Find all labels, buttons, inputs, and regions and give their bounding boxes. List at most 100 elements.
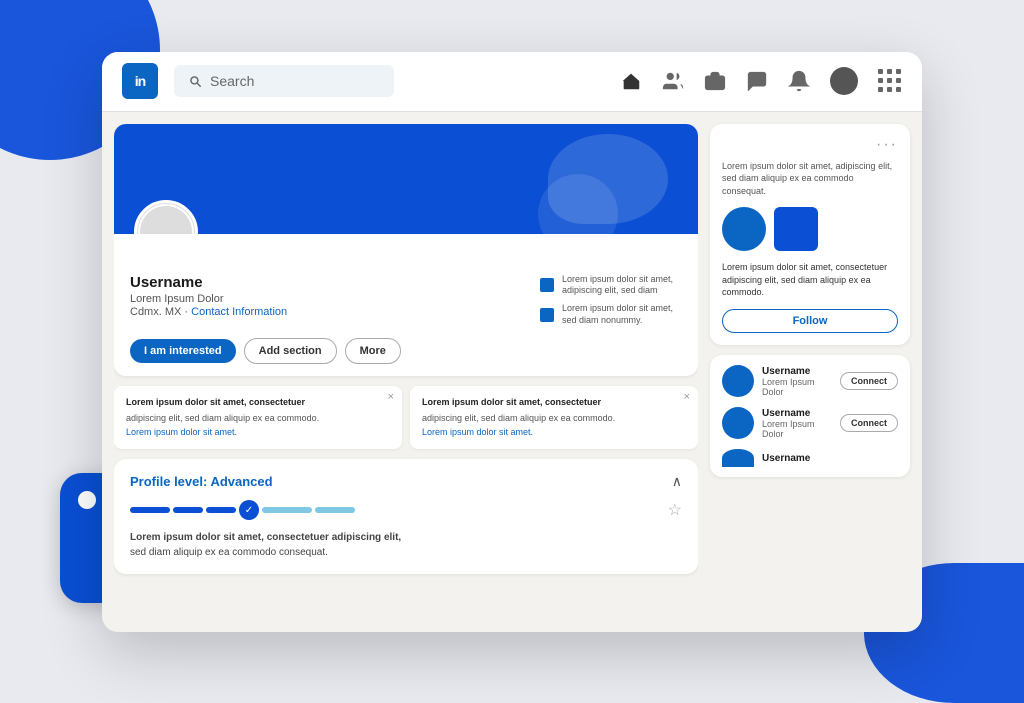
connect-button-1[interactable]: Connect xyxy=(840,372,898,390)
profile-avatar xyxy=(138,204,194,234)
person-avatar-1 xyxy=(722,365,754,397)
media-square xyxy=(774,207,818,251)
profile-info: Username Lorem Ipsum Dolor Cdmx. MX · Co… xyxy=(114,234,698,339)
media-circle xyxy=(722,207,766,251)
sidebar-right: ··· Lorem ipsum dolor sit amet, adipisci… xyxy=(710,124,910,620)
seg-3 xyxy=(206,507,236,513)
sidebar-ad-desc: Lorem ipsum dolor sit amet, adipiscing e… xyxy=(722,160,898,198)
level-header: Profile level: Advanced ∧ xyxy=(130,473,682,490)
level-desc-bold: Lorem ipsum dolor sit amet, consectetuer… xyxy=(130,532,401,543)
sidebar-media-row xyxy=(722,207,898,251)
activity-close-1[interactable]: × xyxy=(388,392,394,403)
nav-messaging[interactable] xyxy=(746,70,768,92)
more-button[interactable]: More xyxy=(345,338,401,364)
nav-avatar[interactable] xyxy=(830,67,858,95)
activity-title-1: Lorem ipsum dolor sit amet, consectetuer xyxy=(126,396,390,409)
card-menu-dots[interactable]: ··· xyxy=(722,136,898,154)
seg-4 xyxy=(262,507,312,513)
person-item-2: Username Lorem Ipsum Dolor Connect xyxy=(722,407,898,439)
progress-bar: ✓ ☆ xyxy=(130,500,682,520)
grid-dot xyxy=(887,87,892,92)
contact-link[interactable]: Contact Information xyxy=(191,306,287,318)
activity-link-1[interactable]: Lorem ipsum dolor sit amet. xyxy=(126,427,237,437)
nav-notifications[interactable] xyxy=(788,70,810,92)
seg-2 xyxy=(173,507,203,513)
activity-body-2: adipiscing elit, sed diam aliquip ex ea … xyxy=(422,412,686,425)
search-bar[interactable]: Search xyxy=(174,65,394,97)
profile-avatar-wrapper xyxy=(134,200,198,234)
profile-level-card: Profile level: Advanced ∧ ✓ ☆ xyxy=(114,459,698,574)
seg-1 xyxy=(130,507,170,513)
add-section-button[interactable]: Add section xyxy=(244,338,337,364)
grid-dot xyxy=(896,87,901,92)
profile-actions: I am interested Add section More xyxy=(114,338,698,376)
follow-button[interactable]: Follow xyxy=(722,309,898,333)
activity-link-2[interactable]: Lorem ipsum dolor sit amet. xyxy=(422,427,533,437)
chat-icon xyxy=(746,70,768,92)
browser-window: in Search xyxy=(102,52,922,632)
logo-dot xyxy=(78,491,96,509)
person-avatar-2 xyxy=(722,407,754,439)
person-item-1: Username Lorem Ipsum Dolor Connect xyxy=(722,365,898,397)
person-name-1: Username xyxy=(762,366,832,377)
profile-banner xyxy=(114,124,698,234)
grid-dot xyxy=(896,69,901,74)
sidebar-card-body: Lorem ipsum dolor sit amet, consectetuer… xyxy=(722,261,898,299)
grid-dot xyxy=(878,87,883,92)
linkedin-logo: in xyxy=(122,63,158,99)
grid-dot xyxy=(887,69,892,74)
person-title-2: Lorem Ipsum Dolor xyxy=(762,419,832,439)
search-icon xyxy=(188,74,202,88)
nav-home[interactable] xyxy=(620,70,642,92)
activity-title-2: Lorem ipsum dolor sit amet, consectetuer xyxy=(422,396,686,409)
person-name-2: Username xyxy=(762,408,832,419)
activity-body-1: adipiscing elit, sed diam aliquip ex ea … xyxy=(126,412,390,425)
sidebar-ad-card: ··· Lorem ipsum dolor sit amet, adipisci… xyxy=(710,124,910,346)
nav-bar: in Search xyxy=(102,52,922,112)
nav-network[interactable] xyxy=(662,70,684,92)
profile-details-left: Username Lorem Ipsum Dolor Cdmx. MX · Co… xyxy=(130,274,524,327)
level-desc-text: sed diam aliquip ex ea commodo consequat… xyxy=(130,547,328,558)
stat-box-1 xyxy=(540,278,554,292)
nav-icons xyxy=(620,67,902,95)
person-name-3: Username xyxy=(762,453,898,464)
activity-close-2[interactable]: × xyxy=(684,392,690,403)
grid-dot xyxy=(878,69,883,74)
main-content: Username Lorem Ipsum Dolor Cdmx. MX · Co… xyxy=(102,112,922,632)
profile-location: Cdmx. MX · Contact Information xyxy=(130,306,524,318)
person-avatar-3 xyxy=(722,449,754,467)
people-card: Username Lorem Ipsum Dolor Connect Usern… xyxy=(710,355,910,477)
activity-cards-row: × Lorem ipsum dolor sit amet, consectetu… xyxy=(114,386,698,449)
people-icon xyxy=(662,70,684,92)
level-description: Lorem ipsum dolor sit amet, consectetuer… xyxy=(130,530,682,560)
bell-icon xyxy=(788,70,810,92)
stat-text-2: Lorem ipsum dolor sit amet, sed diam non… xyxy=(562,303,682,326)
profile-title: Lorem Ipsum Dolor xyxy=(130,293,524,305)
stat-text-1: Lorem ipsum dolor sit amet, adipiscing e… xyxy=(562,274,682,297)
nav-jobs[interactable] xyxy=(704,70,726,92)
briefcase-icon xyxy=(704,70,726,92)
nav-apps[interactable] xyxy=(878,69,902,93)
level-chevron-icon[interactable]: ∧ xyxy=(672,473,682,490)
person-item-3-partial: Username xyxy=(722,449,898,467)
stat-item-1: Lorem ipsum dolor sit amet, adipiscing e… xyxy=(540,274,682,297)
person-title-1: Lorem Ipsum Dolor xyxy=(762,377,832,397)
stat-item-2: Lorem ipsum dolor sit amet, sed diam non… xyxy=(540,303,682,326)
activity-card-2: × Lorem ipsum dolor sit amet, consectetu… xyxy=(410,386,698,449)
profile-name: Username xyxy=(130,274,524,291)
search-placeholder: Search xyxy=(210,73,254,89)
profile-card: Username Lorem Ipsum Dolor Cdmx. MX · Co… xyxy=(114,124,698,377)
stat-box-2 xyxy=(540,308,554,322)
grid-dot xyxy=(896,78,901,83)
profile-column: Username Lorem Ipsum Dolor Cdmx. MX · Co… xyxy=(114,124,698,620)
progress-star-icon[interactable]: ☆ xyxy=(668,500,682,520)
person-info-2: Username Lorem Ipsum Dolor xyxy=(762,408,832,439)
seg-5 xyxy=(315,507,355,513)
interested-button[interactable]: I am interested xyxy=(130,339,236,363)
connect-button-2[interactable]: Connect xyxy=(840,414,898,432)
activity-card-1: × Lorem ipsum dolor sit amet, consectetu… xyxy=(114,386,402,449)
profile-stats: Lorem ipsum dolor sit amet, adipiscing e… xyxy=(540,274,682,327)
home-icon xyxy=(620,70,642,92)
grid-dot xyxy=(887,78,892,83)
progress-check: ✓ xyxy=(239,500,259,520)
